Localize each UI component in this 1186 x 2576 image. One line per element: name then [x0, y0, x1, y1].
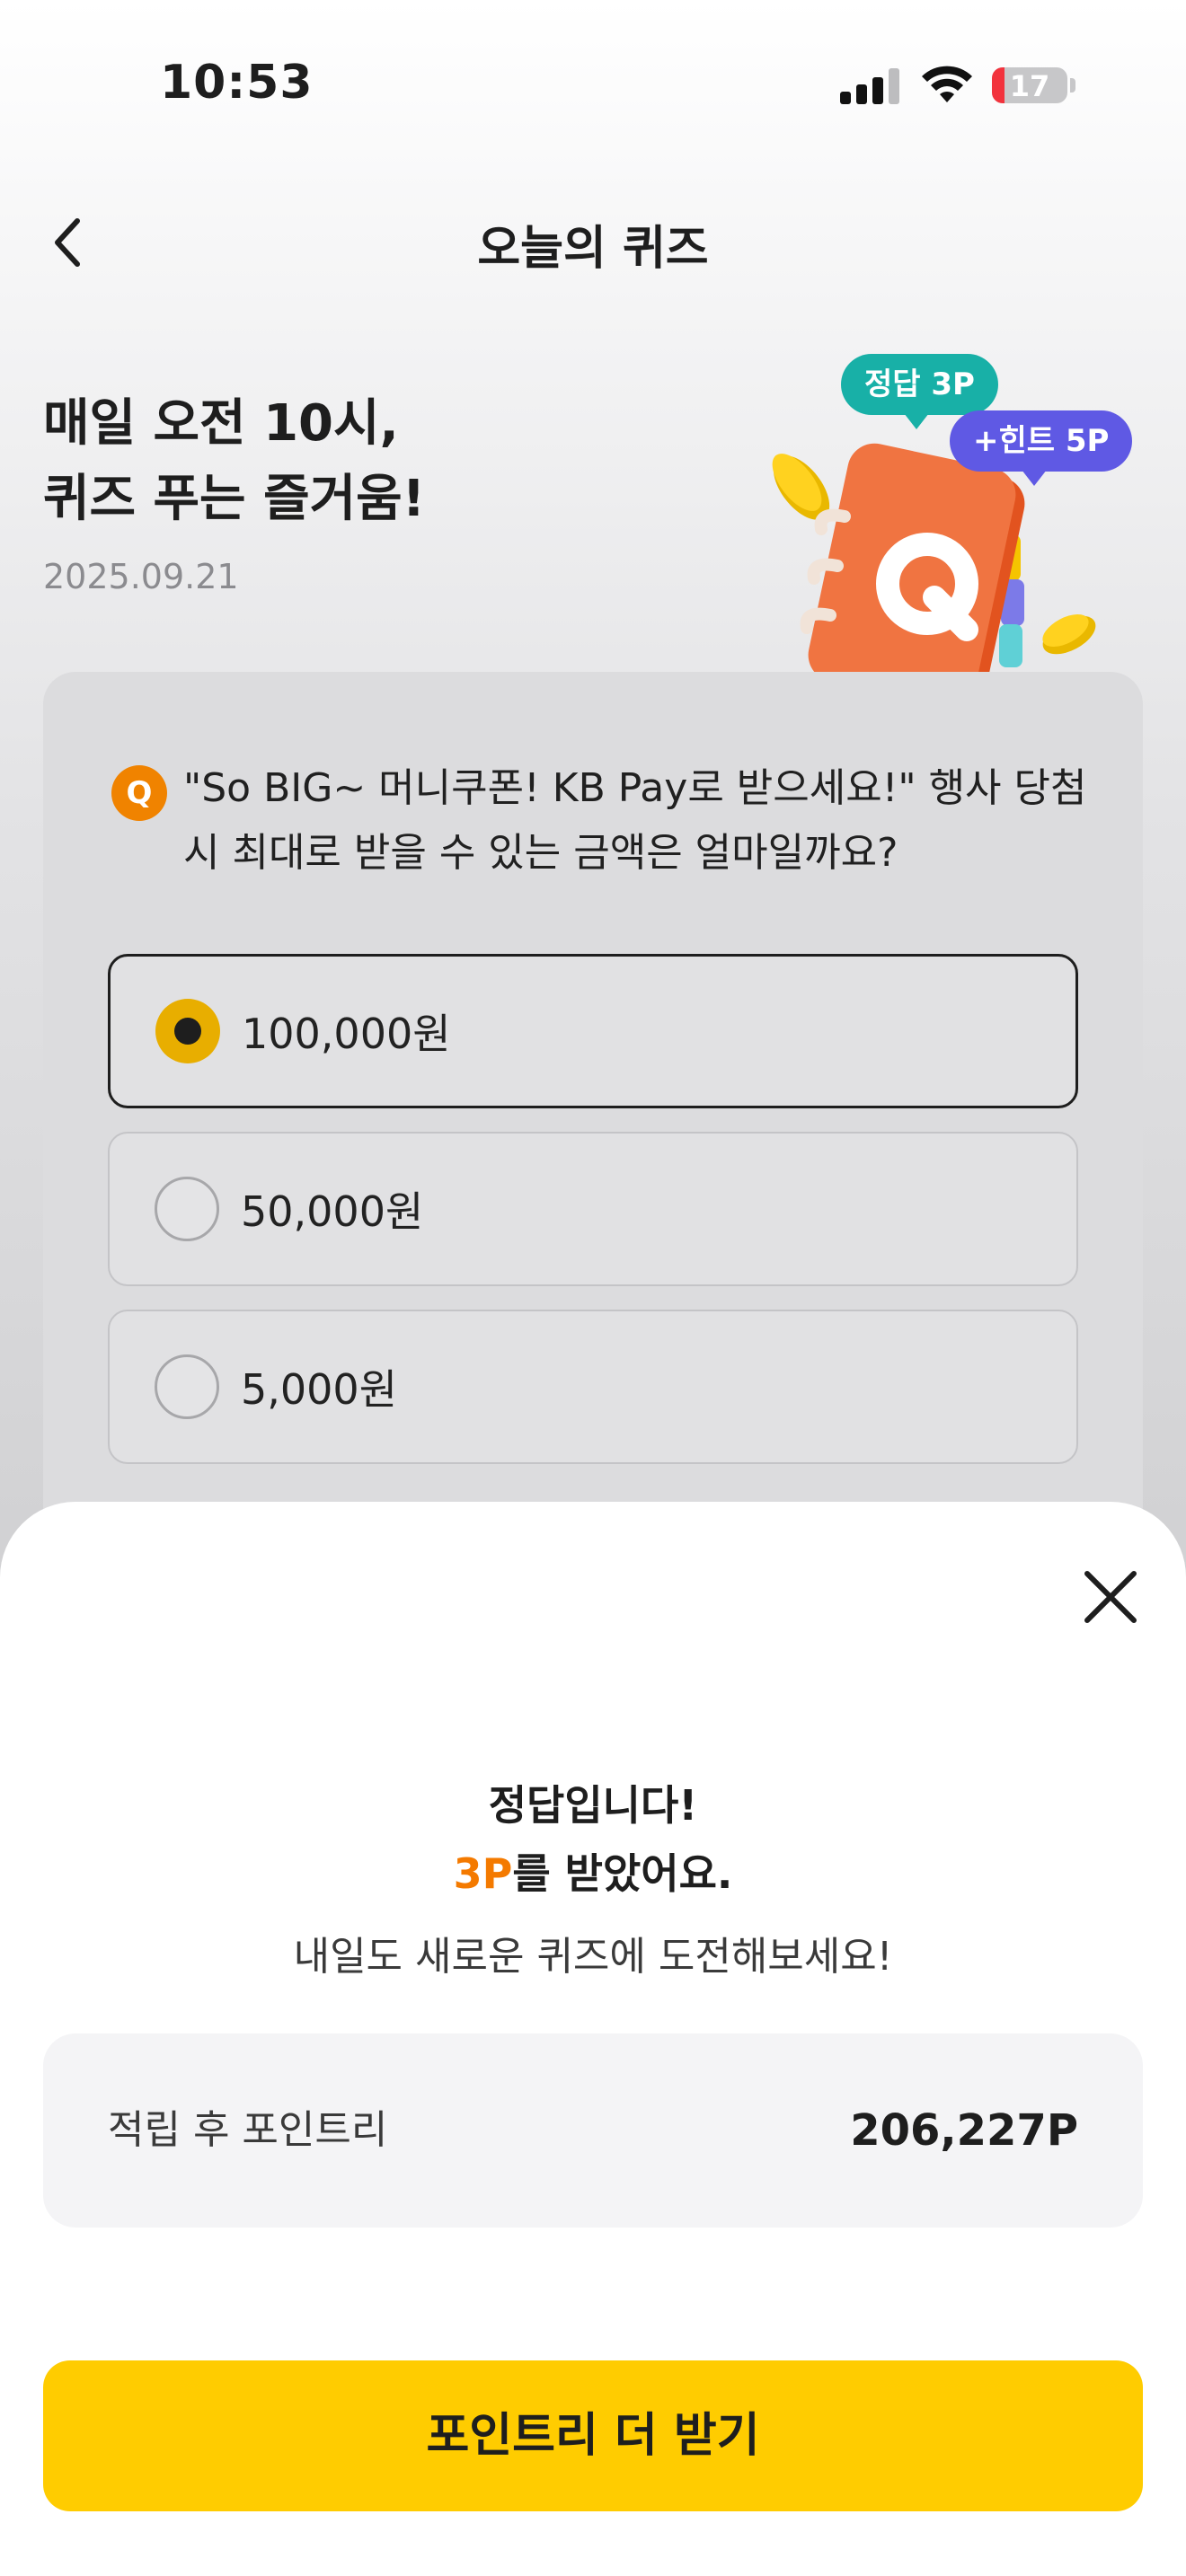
answer-points-badge: 정답 3P — [841, 354, 998, 429]
question-text: "So BIG~ 머니쿠폰! KB Pay로 받으세요!" 행사 당첨 시 최대… — [183, 765, 1087, 876]
radio-unselected-icon[interactable] — [155, 1177, 219, 1241]
point-balance-label: 적립 후 포인트리 — [108, 2107, 388, 2153]
page-title: 오늘의 퀴즈 — [477, 222, 709, 276]
earned-points: 3P — [453, 1849, 513, 1898]
wifi-icon — [922, 66, 972, 102]
illustration-letter: Q — [755, 346, 766, 349]
battery-level: 17 — [1009, 69, 1050, 103]
answer-option-2[interactable]: 50,000원 — [108, 1132, 1078, 1286]
battery-icon: 17 — [992, 67, 1067, 103]
close-icon[interactable] — [1076, 1563, 1145, 1631]
radio-selected-icon[interactable] — [155, 999, 220, 1063]
answer-option-3[interactable]: 5,000원 — [108, 1310, 1078, 1464]
status-time: 10:53 — [160, 56, 314, 110]
radio-unselected-icon[interactable] — [155, 1354, 219, 1419]
earned-points-suffix: 를 받았어요. — [512, 1849, 733, 1898]
point-balance-value: 206,227P — [850, 2105, 1078, 2156]
hero-title: 매일 오전 10시, 퀴즈 푸는 즐거움! — [43, 386, 425, 537]
result-points-line: 3P를 받았어요. — [0, 1839, 1186, 1908]
cellular-signal-icon — [840, 68, 899, 104]
result-subtitle: 내일도 새로운 퀴즈에 도전해보세요! — [293, 1934, 893, 1980]
battery-tip — [1070, 78, 1075, 93]
hero-title-line2: 퀴즈 푸는 즐거움! — [43, 470, 426, 528]
result-title: 정답입니다! — [488, 1781, 698, 1830]
hint-points-badge: +힌트 5P — [950, 410, 1133, 486]
answer-option-1[interactable]: 100,000원 — [108, 954, 1078, 1108]
point-balance-box: 적립 후 포인트리 206,227P — [43, 2033, 1143, 2228]
get-more-points-button[interactable]: 포인트리 더 받기 — [43, 2360, 1143, 2511]
hero-title-line1: 매일 오전 10시, — [43, 394, 399, 453]
answer-option-label: 50,000원 — [241, 1187, 424, 1236]
answer-option-label: 100,000원 — [242, 1010, 451, 1058]
answer-option-label: 5,000원 — [241, 1365, 398, 1414]
question-badge: Q — [111, 765, 167, 821]
hero-date: 2025.09.21 — [43, 557, 239, 596]
